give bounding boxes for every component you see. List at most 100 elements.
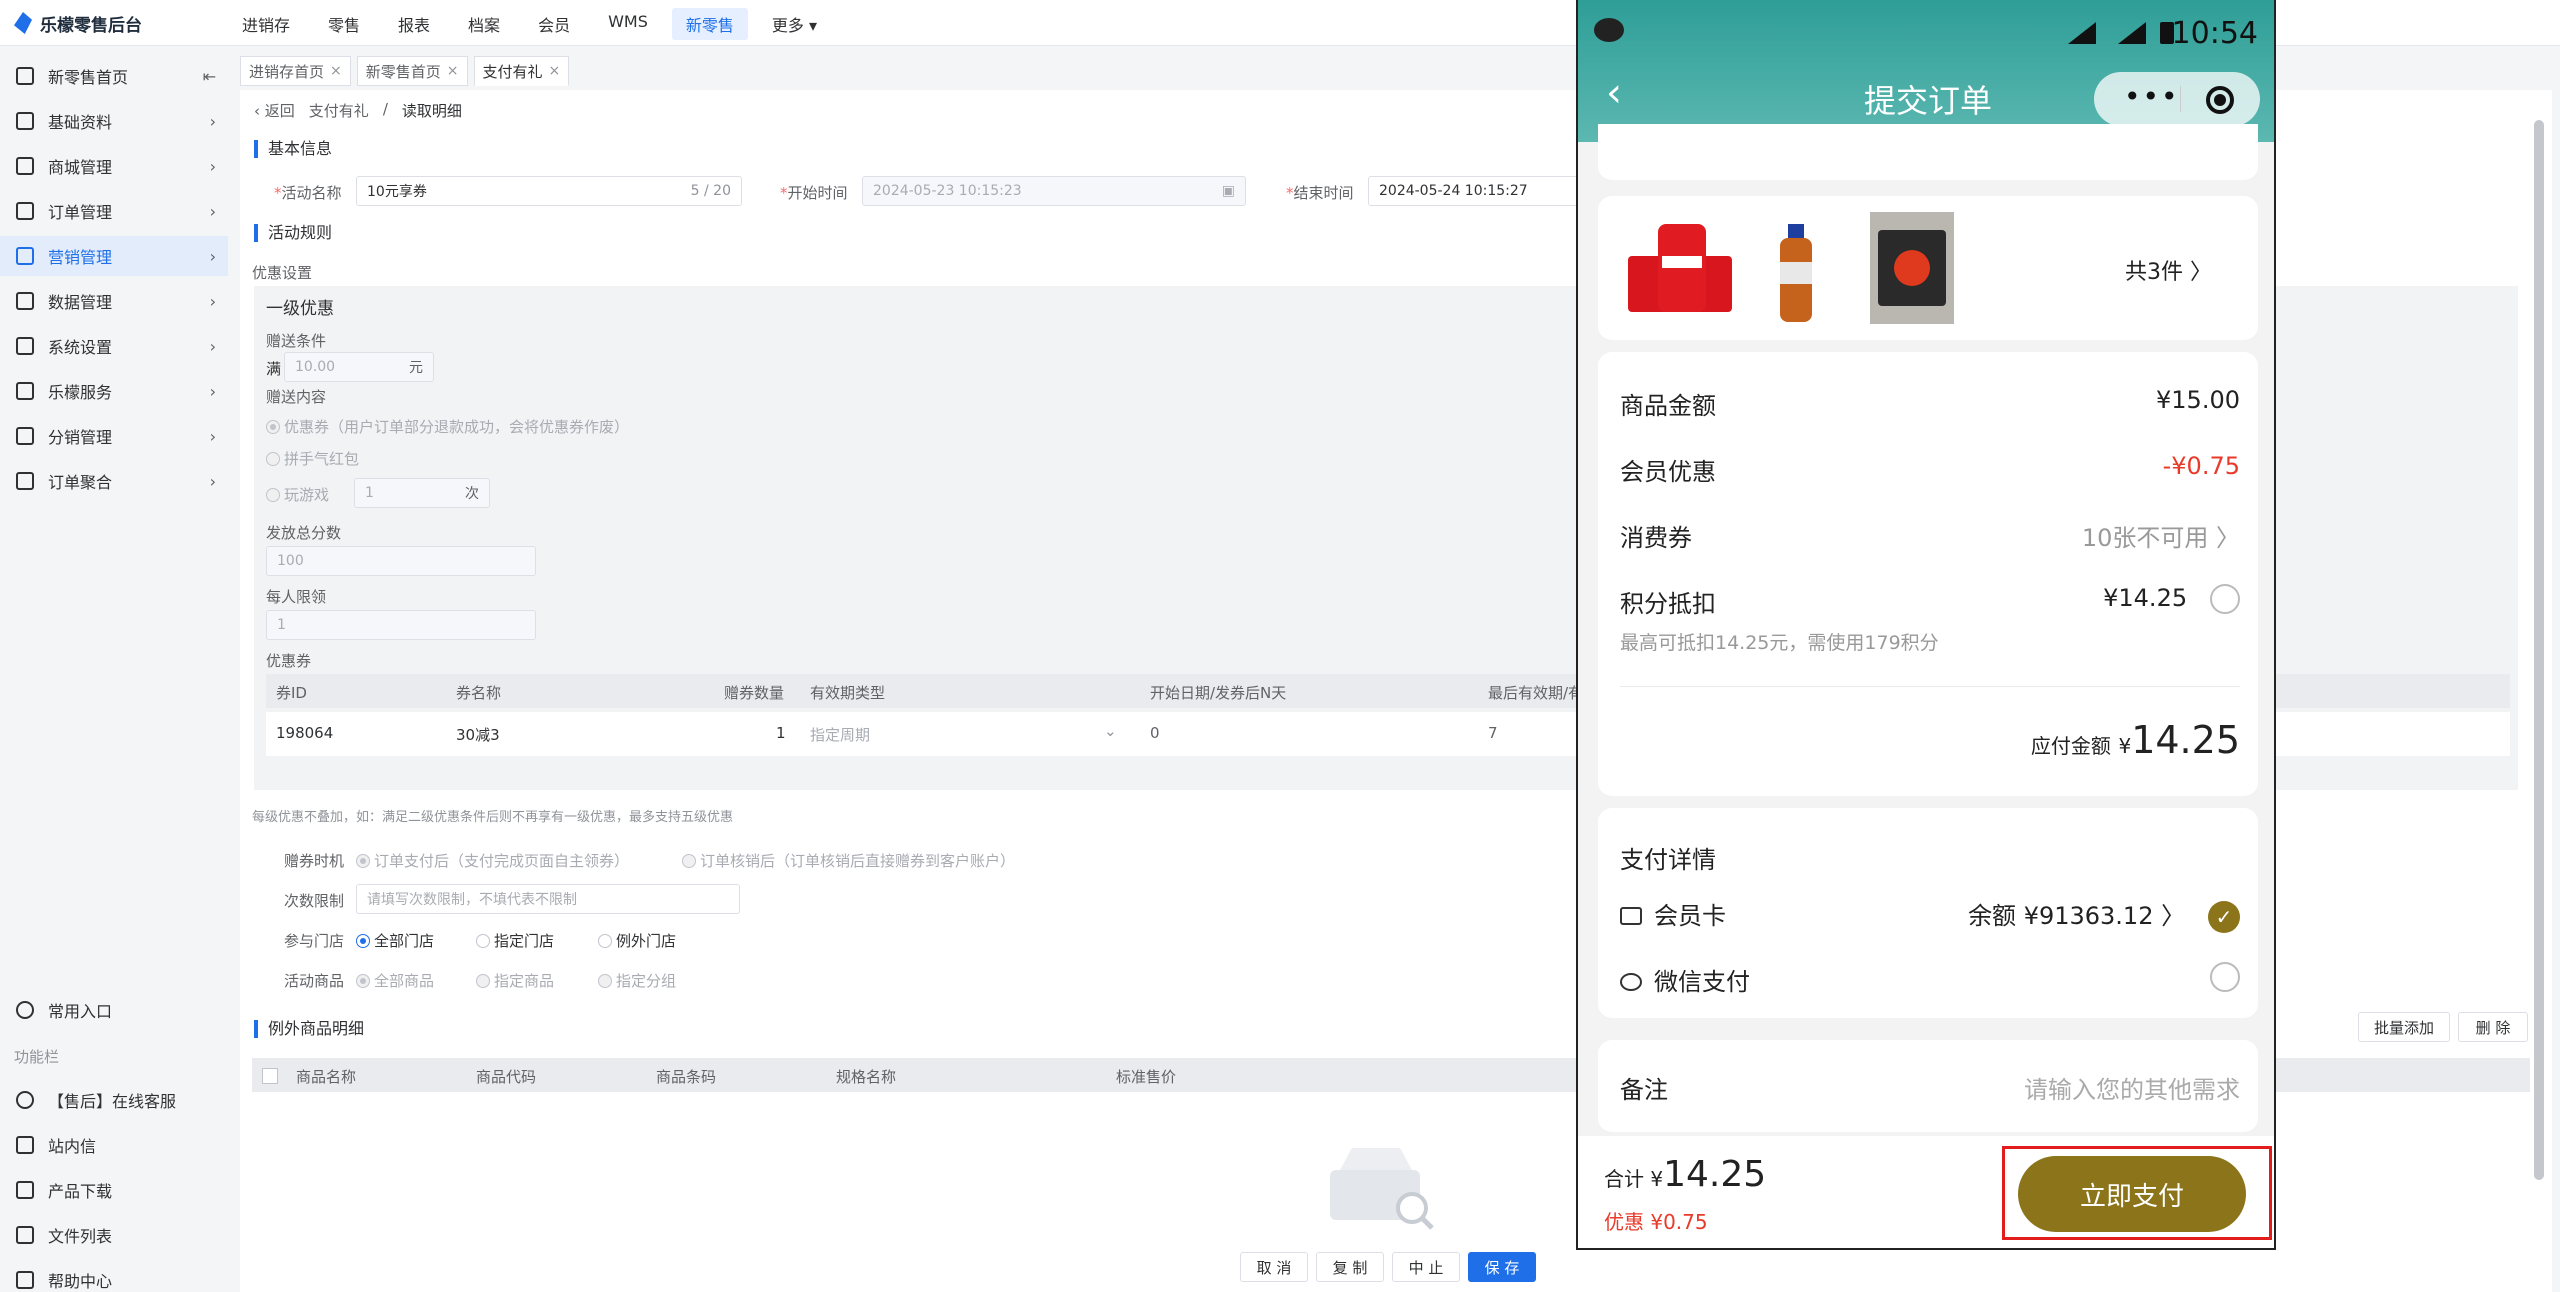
nav-more[interactable]: 更多 ▾ bbox=[758, 8, 831, 40]
nav-archive[interactable]: 档案 bbox=[454, 8, 514, 40]
nav-inventory[interactable]: 进销存 bbox=[228, 8, 304, 40]
sidebar-downloads[interactable]: 产品下载 bbox=[0, 1170, 228, 1210]
grid-icon bbox=[16, 112, 34, 130]
total-label: 合计 bbox=[1604, 1167, 1644, 1191]
discount-summary: 优惠 ¥0.75 bbox=[1604, 1210, 1708, 1234]
cancel-button[interactable]: 取 消 bbox=[1240, 1252, 1308, 1282]
close-icon[interactable]: × bbox=[447, 63, 459, 79]
chevron-right-icon: › bbox=[209, 427, 216, 446]
sidebar-item-service[interactable]: 乐檬服务 › bbox=[0, 371, 228, 411]
sidebar-item-settings[interactable]: 系统设置 › bbox=[0, 326, 228, 366]
points-label: 积分抵扣 bbox=[1620, 590, 1716, 618]
timing-pay-radio[interactable] bbox=[356, 854, 370, 868]
close-icon[interactable]: × bbox=[330, 63, 342, 79]
crumb-current: 读取明细 bbox=[401, 102, 462, 120]
select-all-checkbox[interactable] bbox=[262, 1068, 278, 1084]
sidebar-file-list[interactable]: 文件列表 bbox=[0, 1215, 228, 1255]
store-all-radio[interactable] bbox=[356, 934, 370, 948]
app-logo[interactable]: 乐檬零售后台 bbox=[14, 10, 142, 36]
wechat-pay-row[interactable]: 微信支付 bbox=[1620, 962, 2240, 997]
chevron-right-icon: › bbox=[209, 292, 216, 311]
store-opt-all: 全部门店 bbox=[356, 930, 434, 951]
back-link[interactable]: ‹ 返回 bbox=[254, 100, 295, 121]
member-card-row[interactable]: 会员卡 余额 ¥91363.12 〉 ✓ bbox=[1620, 896, 2240, 933]
times-limit-input[interactable]: 请填写次数限制，不填代表不限制 bbox=[356, 884, 740, 914]
products-card[interactable]: 共3件 〉 bbox=[1598, 196, 2258, 340]
tab-new-retail-home[interactable]: 新零售首页 × bbox=[356, 56, 468, 86]
help-icon bbox=[16, 1271, 34, 1289]
points-toggle[interactable] bbox=[2210, 584, 2240, 614]
more-dots-icon[interactable]: ••• bbox=[2124, 80, 2180, 113]
remark-card: 备注 请输入您的其他需求 bbox=[1598, 1040, 2258, 1132]
goods-amount-value: ¥15.00 bbox=[2156, 386, 2240, 414]
products-count: 共3件 〉 bbox=[2125, 260, 2212, 285]
breadcrumb: ‹ 返回 支付有礼 / 读取明细 bbox=[254, 100, 462, 121]
sidebar-item-marketing[interactable]: 营销管理 › bbox=[0, 236, 228, 276]
start-time-input[interactable]: 2024-05-23 10:15:23 ▣ bbox=[862, 176, 1246, 206]
close-target-icon[interactable] bbox=[2206, 86, 2234, 114]
sidebar-online-service[interactable]: 【售后】在线客服 bbox=[0, 1080, 228, 1120]
sidebar-inbox[interactable]: 站内信 bbox=[0, 1125, 228, 1165]
sidebar-item-label: 乐檬服务 bbox=[48, 383, 113, 402]
per-user-limit-input[interactable]: 1 bbox=[266, 610, 536, 640]
store-specified-radio[interactable] bbox=[476, 934, 490, 948]
cell-validity-type[interactable]: 指定周期 bbox=[810, 724, 870, 745]
coupon-radio[interactable] bbox=[266, 420, 280, 434]
nav-wms[interactable]: WMS bbox=[594, 8, 662, 40]
sidebar-item-mall[interactable]: 商城管理 › bbox=[0, 146, 228, 186]
sidebar-item-label: 新零售首页 bbox=[48, 68, 129, 87]
activity-name-input[interactable]: 10元享券 5 / 20 bbox=[356, 176, 742, 206]
page-scrollbar[interactable] bbox=[2534, 120, 2544, 1180]
total-row: 合计 ¥14.25 bbox=[1604, 1154, 1766, 1195]
wechat-pay-toggle[interactable] bbox=[2210, 962, 2240, 992]
store-exception-radio[interactable] bbox=[598, 934, 612, 948]
top-nav: 进销存 零售 报表 档案 会员 WMS 新零售 更多 ▾ bbox=[228, 8, 831, 40]
condition-amount-input[interactable]: 10.00 元 bbox=[284, 352, 434, 382]
remark-input[interactable]: 请输入您的其他需求 bbox=[2024, 1070, 2240, 1105]
check-icon[interactable]: ✓ bbox=[2208, 901, 2240, 933]
sidebar-help[interactable]: 帮助中心 bbox=[0, 1260, 228, 1292]
nav-retail[interactable]: 零售 bbox=[314, 8, 374, 40]
end-time-input[interactable]: 2024-05-24 10:15:27 bbox=[1368, 176, 1578, 206]
timing-verify-radio[interactable] bbox=[682, 854, 696, 868]
tab-inventory-home[interactable]: 进销存首页 × bbox=[240, 56, 351, 86]
total-count-value: 100 bbox=[277, 553, 304, 569]
activity-name-value: 10元享券 bbox=[367, 184, 427, 200]
sidebar-item-data[interactable]: 数据管理 › bbox=[0, 281, 228, 321]
redpack-option-text: 拼手气红包 bbox=[284, 450, 360, 468]
collapse-icon[interactable]: ⇤ bbox=[203, 67, 216, 86]
sidebar-item-home[interactable]: 新零售首页 ⇤ bbox=[0, 56, 228, 96]
sidebar-item-aggregate[interactable]: 订单聚合 › bbox=[0, 461, 228, 501]
voucher-row[interactable]: 消费券 10张不可用 〉 bbox=[1620, 518, 2240, 553]
crumb-parent[interactable]: 支付有礼 bbox=[309, 100, 369, 121]
col-goods-code: 商品代码 bbox=[476, 1068, 537, 1086]
product-image-drink-bottle bbox=[1780, 224, 1812, 322]
nav-report[interactable]: 报表 bbox=[384, 8, 444, 40]
total-count-input[interactable]: 100 bbox=[266, 546, 536, 576]
goods-opt-group: 指定分组 bbox=[598, 970, 676, 991]
status-time: 10:54 bbox=[2171, 16, 2258, 51]
delete-button[interactable]: 删 除 bbox=[2458, 1012, 2528, 1042]
sidebar-item-distribution[interactable]: 分销管理 › bbox=[0, 416, 228, 456]
goods-all-radio[interactable] bbox=[356, 974, 370, 988]
copy-button[interactable]: 复 制 bbox=[1316, 1252, 1384, 1282]
save-button[interactable]: 保 存 bbox=[1468, 1252, 1536, 1282]
sidebar-item-orders[interactable]: 订单管理 › bbox=[0, 191, 228, 231]
close-icon[interactable]: × bbox=[549, 63, 561, 79]
sidebar-item-label: 数据管理 bbox=[48, 293, 113, 312]
batch-add-button[interactable]: 批量添加 bbox=[2358, 1012, 2450, 1042]
tab-pay-gift[interactable]: 支付有礼 × bbox=[473, 56, 570, 86]
goods-specified-radio[interactable] bbox=[476, 974, 490, 988]
sidebar-item-label: 站内信 bbox=[48, 1137, 97, 1156]
nav-member[interactable]: 会员 bbox=[524, 8, 584, 40]
rules-title: 活动规则 bbox=[254, 224, 332, 242]
sidebar-item-basic[interactable]: 基础资料 › bbox=[0, 101, 228, 141]
stop-button[interactable]: 中 止 bbox=[1392, 1252, 1460, 1282]
game-radio[interactable] bbox=[266, 488, 280, 502]
nav-new-retail[interactable]: 新零售 bbox=[671, 8, 748, 40]
goods-group-radio[interactable] bbox=[598, 974, 612, 988]
redpack-radio[interactable] bbox=[266, 452, 280, 466]
sidebar-common-entry[interactable]: 常用入口 bbox=[0, 990, 228, 1030]
game-times-input[interactable]: 1次 bbox=[354, 478, 490, 508]
option-redpack: 拼手气红包 bbox=[266, 448, 359, 469]
